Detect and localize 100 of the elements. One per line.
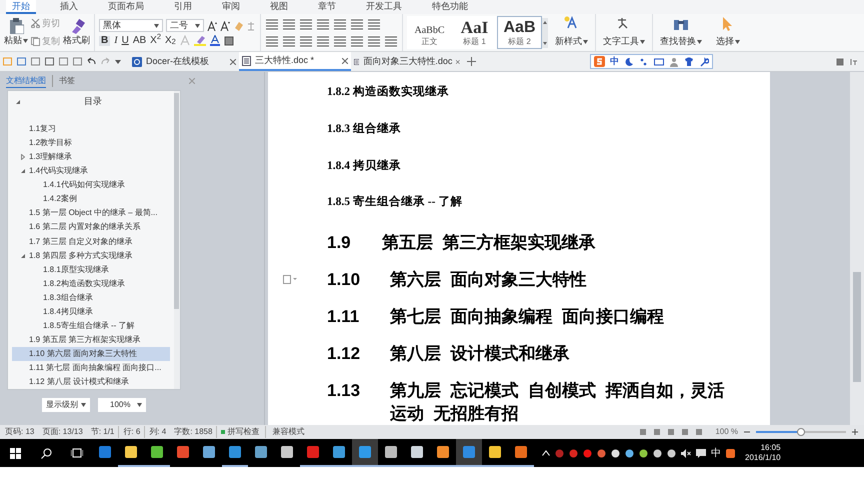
style-preset[interactable]: AaBbC 正文 [407, 16, 452, 49]
outline-item[interactable]: 1.5 第一层 Object 中的继承 – 最简... [12, 206, 170, 220]
outline-item[interactable]: 1.4.1代码如何实现继承 [12, 178, 170, 192]
expanded-arrow-icon[interactable] [21, 169, 25, 174]
menu-tab[interactable]: 插入 [54, 0, 84, 14]
menu-tab[interactable]: 开始 [6, 0, 36, 14]
outline-item[interactable]: 1.3理解继承 [12, 150, 170, 164]
wrench-icon[interactable] [699, 56, 709, 66]
close-icon[interactable] [230, 58, 236, 64]
panel-tab[interactable]: 书签 [52, 75, 75, 87]
font-color-icon[interactable] [210, 35, 220, 46]
style-preset[interactable]: AaB 标题 2 [497, 16, 542, 49]
shirt-icon[interactable] [684, 56, 694, 66]
outline-item[interactable]: 1.10 第六层 面向对象三大特性 [12, 346, 170, 361]
menu-tab[interactable]: 审阅 [216, 0, 246, 14]
level-dropdown[interactable]: 显示级别 [42, 398, 90, 412]
outline-item[interactable]: 1.2教学目标 [12, 136, 170, 150]
speaker-muted-icon[interactable] [681, 448, 691, 458]
outline-item[interactable]: 1.11 第七层 面向抽象编程 面向接口... [12, 360, 170, 375]
taskbar-app[interactable] [352, 439, 378, 467]
shading-icon[interactable] [224, 36, 234, 46]
menu-tab[interactable]: 开发工具 [360, 0, 408, 14]
task-view-icon[interactable] [71, 448, 83, 458]
menu-tab[interactable]: 视图 [264, 0, 294, 14]
format-button[interactable]: B [99, 36, 110, 46]
zoom-dropdown[interactable]: 100% [98, 398, 146, 412]
outline-item[interactable]: 1.7 第三层 自定义对象的继承 [12, 234, 170, 249]
menu-tab[interactable]: 引用 [168, 0, 198, 14]
outline-item[interactable]: 1.8.4拷贝继承 [12, 304, 170, 319]
ribbon-tool-button[interactable]: 文字工具 [595, 14, 652, 51]
notification-icon[interactable] [696, 448, 706, 458]
format-button[interactable]: AB [132, 36, 146, 46]
input-method-bar[interactable]: 中 [590, 54, 713, 69]
search-icon[interactable] [41, 448, 52, 458]
align-center-icon[interactable] [283, 35, 295, 47]
document-tab[interactable]: 三大特性.doc * [239, 52, 351, 71]
input-language[interactable]: 中 [711, 446, 721, 460]
outline-item[interactable]: 1.12 第八层 设计模式和继承 [12, 374, 170, 390]
align-left-icon[interactable] [266, 35, 278, 47]
sogou-tray-icon[interactable] [726, 448, 735, 458]
keyboard-icon[interactable] [654, 56, 664, 66]
ribbon-tool-button[interactable]: 新样式 [548, 14, 595, 51]
font-name-field[interactable]: 黑体 [99, 19, 163, 32]
expanded-arrow-icon[interactable] [21, 254, 25, 258]
format-button[interactable]: I [114, 36, 118, 46]
zoom-in-icon[interactable] [852, 429, 858, 435]
undo-icon[interactable] [87, 57, 96, 66]
font-size-field[interactable]: 二号 [166, 19, 204, 32]
outline-item[interactable]: 1.8.5寄生组合继承 -- 了解 [12, 318, 170, 333]
outline-item[interactable]: 1.8.3组合继承 [12, 290, 170, 305]
menu-tab[interactable]: 章节 [312, 0, 342, 14]
caret-icon [735, 40, 740, 44]
document-tab[interactable]: 面向对象三大特性.doc [351, 52, 463, 71]
ribbon-tool-button[interactable]: 查找替换 [652, 14, 709, 51]
spell-check-toggle[interactable]: 拼写检查 [221, 426, 266, 438]
save-icon[interactable] [17, 57, 26, 66]
outline-item[interactable]: 1.9 第五层 第三方框架实现继承 [12, 332, 170, 347]
close-icon[interactable] [342, 58, 348, 64]
paste-button[interactable]: 粘贴 [4, 18, 28, 48]
align-right-icon[interactable] [300, 35, 312, 47]
scrollbar-thumb[interactable] [174, 93, 179, 309]
outline-item[interactable]: 1.4代码实现继承 [12, 164, 170, 178]
expanded-arrow-icon[interactable] [16, 100, 20, 104]
user-icon[interactable] [669, 56, 679, 66]
gallery-scroll-icon[interactable] [542, 18, 548, 48]
outline-item[interactable]: 1.8.2构造函数实现继承 [12, 276, 170, 291]
dropdown-arrow-icon[interactable] [115, 60, 121, 64]
format-button[interactable]: X$^{2}$ [150, 36, 161, 46]
scrollbar-thumb[interactable] [853, 272, 861, 382]
heading-number: 1.13 [327, 380, 362, 402]
highlighter-icon[interactable] [194, 35, 206, 46]
windows-logo-icon[interactable] [10, 448, 21, 458]
slider-thumb[interactable] [797, 428, 805, 436]
format-button[interactable]: U [122, 36, 129, 46]
menu-tab[interactable]: 页面布局 [102, 0, 150, 14]
plus-icon[interactable] [467, 57, 476, 66]
menu-tab[interactable]: 特色功能 [426, 0, 474, 14]
shrink-font-icon[interactable] [220, 20, 230, 30]
close-icon[interactable] [456, 58, 460, 64]
document-tab[interactable]: Docer-在线模板 [129, 52, 239, 71]
outline-item[interactable]: 1.6 第二层 内置对象的继承关系 [12, 220, 170, 234]
format-button[interactable]: X$_{2}$ [165, 36, 176, 46]
taskbar-app[interactable] [456, 439, 482, 467]
justify-icon[interactable] [317, 35, 329, 47]
paragraph-handle-icon[interactable] [283, 275, 297, 284]
outline-item[interactable]: 1.1复习 [12, 122, 170, 136]
outline-item[interactable]: 1.4.2案例 [12, 192, 170, 206]
zoom-out-icon[interactable] [744, 429, 750, 435]
document-icon [354, 56, 360, 66]
heading: 1.8.2 构造函数实现继承 [327, 84, 449, 100]
punctuation-icon[interactable] [639, 56, 649, 66]
format-painter-button[interactable]: 格式刷 [63, 18, 90, 48]
style-preset[interactable]: AaI 标题 1 [452, 16, 497, 49]
ribbon-tool-button[interactable]: 选择 [709, 14, 747, 51]
outline-item[interactable]: 1.8 第四层 多种方式实现继承 [12, 248, 170, 263]
collapsed-arrow-icon[interactable] [21, 154, 25, 160]
outline-item[interactable]: 1.8.1原型实现继承 [12, 262, 170, 277]
grow-font-icon[interactable] [207, 20, 217, 30]
moon-icon[interactable] [624, 56, 634, 66]
chevron-up-icon[interactable] [542, 450, 550, 456]
